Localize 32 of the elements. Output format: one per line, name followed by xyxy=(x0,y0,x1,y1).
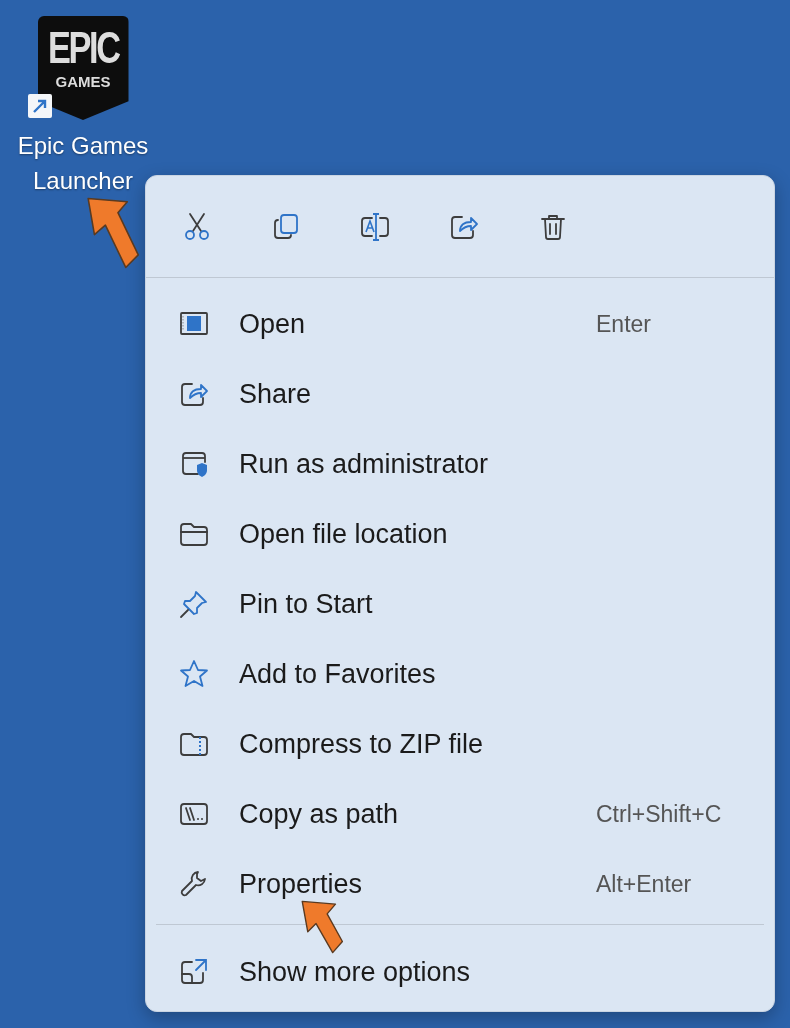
menu-item-label: Compress to ZIP file xyxy=(239,728,485,760)
menu-item[interactable]: Pin to Start xyxy=(146,569,774,639)
desktop-icon-label[interactable]: Epic Games Launcher xyxy=(8,128,158,198)
menu-item[interactable]: Open Enter xyxy=(146,289,774,359)
menu-item[interactable]: Compress to ZIP file xyxy=(146,709,774,779)
menu-item-label: Properties xyxy=(239,868,364,900)
shortcut-text: Ctrl+Shift+C xyxy=(596,800,723,828)
menu-item-label: Copy as path xyxy=(239,798,400,830)
pin-icon xyxy=(178,588,210,620)
logo-text: EPIC xyxy=(47,26,119,70)
shortcut-text: Enter xyxy=(596,310,652,338)
menu-item-label: Pin to Start xyxy=(239,588,374,620)
menu-item-label: Run as administrator xyxy=(239,448,490,480)
menu-item[interactable]: Add to Favorites xyxy=(146,639,774,709)
menu-item[interactable]: Share xyxy=(146,359,774,429)
star-icon xyxy=(178,658,210,690)
menu-item-label: Open xyxy=(239,308,307,340)
pointer-arrow-icon xyxy=(300,900,346,954)
rename-icon[interactable] xyxy=(359,210,391,243)
menu-item[interactable]: Run as administrator xyxy=(146,429,774,499)
menu-item[interactable]: Show more options xyxy=(146,937,774,1007)
menu-item[interactable]: Properties Alt+Enter xyxy=(146,849,774,919)
app-logo[interactable]: EPIC GAMES xyxy=(37,16,129,120)
logo-text: GAMES xyxy=(55,74,111,89)
menu-item-label: Add to Favorites xyxy=(239,658,437,690)
menu-item[interactable]: Copy as path Ctrl+Shift+C xyxy=(146,779,774,849)
menu-item-label: Share xyxy=(239,378,313,410)
menu-item-label: Show more options xyxy=(239,956,472,988)
menu-item-label: Open file location xyxy=(239,518,449,550)
shortcut-text: Alt+Enter xyxy=(596,870,693,898)
menu-item[interactable]: Open file location xyxy=(146,499,774,569)
pointer-arrow-icon xyxy=(86,197,142,269)
